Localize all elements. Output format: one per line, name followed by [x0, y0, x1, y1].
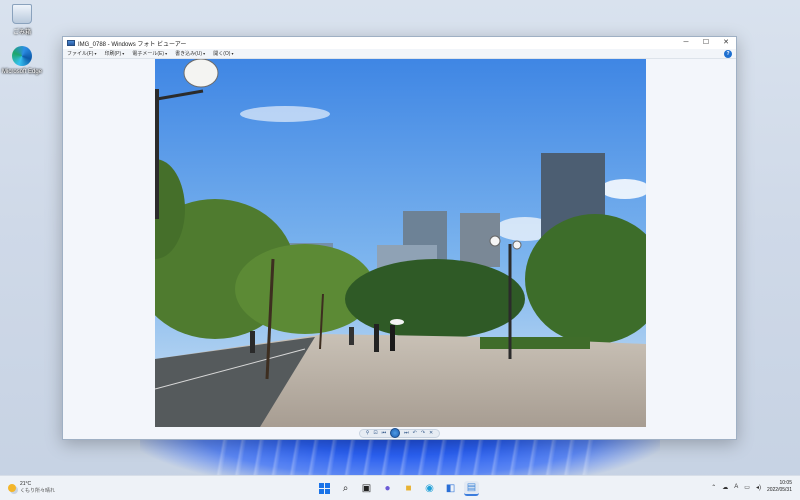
- wallpaper-folds: [210, 440, 600, 480]
- close-button[interactable]: ✕: [716, 37, 736, 49]
- recycle-bin-shortcut[interactable]: ごみ箱: [0, 4, 44, 36]
- taskbar: 21°C くもり所々晴れ ⌕ ▣ ● ■ ◉ ◧ ▤ ⌃ ☁ A ▭ ◂) 10…: [0, 475, 800, 500]
- system-tray: ⌃ ☁ A ▭ ◂) 10:05 2022/05/31: [711, 480, 792, 494]
- menu-burn[interactable]: 書き込み(U): [175, 50, 205, 57]
- network-icon[interactable]: ▭: [744, 484, 750, 491]
- photo-viewer-window: IMG_0788 - Windows フォト ビューアー ─ ☐ ✕ ファイル(…: [62, 36, 737, 440]
- image-stage: [63, 59, 736, 427]
- photo-viewer-taskbar-icon[interactable]: ▤: [464, 481, 479, 496]
- chevron-up-icon[interactable]: ⌃: [711, 484, 716, 491]
- volume-icon[interactable]: ◂): [756, 484, 761, 491]
- windows-logo-icon: [319, 483, 330, 494]
- title-bar[interactable]: IMG_0788 - Windows フォト ビューアー ─ ☐ ✕: [63, 37, 736, 49]
- displayed-photo: [155, 59, 646, 427]
- menu-print[interactable]: 印刷(P): [105, 50, 125, 57]
- weather-widget[interactable]: 21°C くもり所々晴れ: [8, 481, 55, 494]
- actual-size-icon[interactable]: ⊡: [373, 430, 377, 436]
- minimize-button[interactable]: ─: [676, 37, 696, 49]
- cloud-icon[interactable]: ☁: [722, 484, 728, 491]
- start-button[interactable]: [317, 481, 332, 496]
- recycle-bin-icon: [12, 4, 32, 24]
- file-explorer-icon[interactable]: ■: [401, 481, 416, 496]
- edge-label: Microsoft Edge: [1, 69, 43, 75]
- edge-shortcut[interactable]: Microsoft Edge: [0, 46, 44, 75]
- clock-time: 10:05: [779, 480, 792, 486]
- recycle-bin-label: ごみ箱: [12, 30, 31, 36]
- maximize-button[interactable]: ☐: [696, 37, 716, 49]
- slideshow-button[interactable]: [390, 428, 401, 438]
- window-title: IMG_0788 - Windows フォト ビューアー: [78, 41, 187, 48]
- help-button[interactable]: ?: [724, 50, 732, 58]
- delete-icon[interactable]: ✕: [429, 430, 433, 436]
- menu-open[interactable]: 開く(O): [213, 50, 233, 57]
- next-icon[interactable]: ⏭: [404, 430, 409, 436]
- chat-icon[interactable]: ●: [380, 481, 395, 496]
- clock[interactable]: 10:05 2022/05/31: [767, 480, 792, 494]
- previous-icon[interactable]: ⏮: [382, 430, 387, 436]
- clock-date: 2022/05/31: [766, 487, 792, 493]
- menu-file[interactable]: ファイル(F): [67, 50, 97, 57]
- store-icon[interactable]: ◧: [443, 481, 458, 496]
- partly-cloudy-icon: [8, 483, 16, 492]
- edge-taskbar-icon[interactable]: ◉: [422, 481, 437, 496]
- search-icon[interactable]: ⌕: [338, 481, 353, 496]
- viewer-controls: ⚲ ⊡ ⏮ ⏭ ↶ ↷ ✕: [63, 427, 736, 439]
- photo-viewer-app-icon: [67, 40, 75, 46]
- rotate-right-icon[interactable]: ↷: [421, 430, 425, 436]
- weather-desc: くもり所々晴れ: [20, 488, 56, 494]
- menu-bar: ファイル(F) 印刷(P) 電子メール(E) 書き込み(U) 開く(O) ?: [63, 49, 736, 59]
- rotate-left-icon[interactable]: ↶: [413, 430, 417, 436]
- menu-email[interactable]: 電子メール(E): [132, 50, 167, 57]
- task-view-icon[interactable]: ▣: [359, 481, 374, 496]
- input-indicator[interactable]: A: [734, 484, 738, 490]
- zoom-icon[interactable]: ⚲: [366, 430, 370, 436]
- edge-icon: [12, 46, 32, 66]
